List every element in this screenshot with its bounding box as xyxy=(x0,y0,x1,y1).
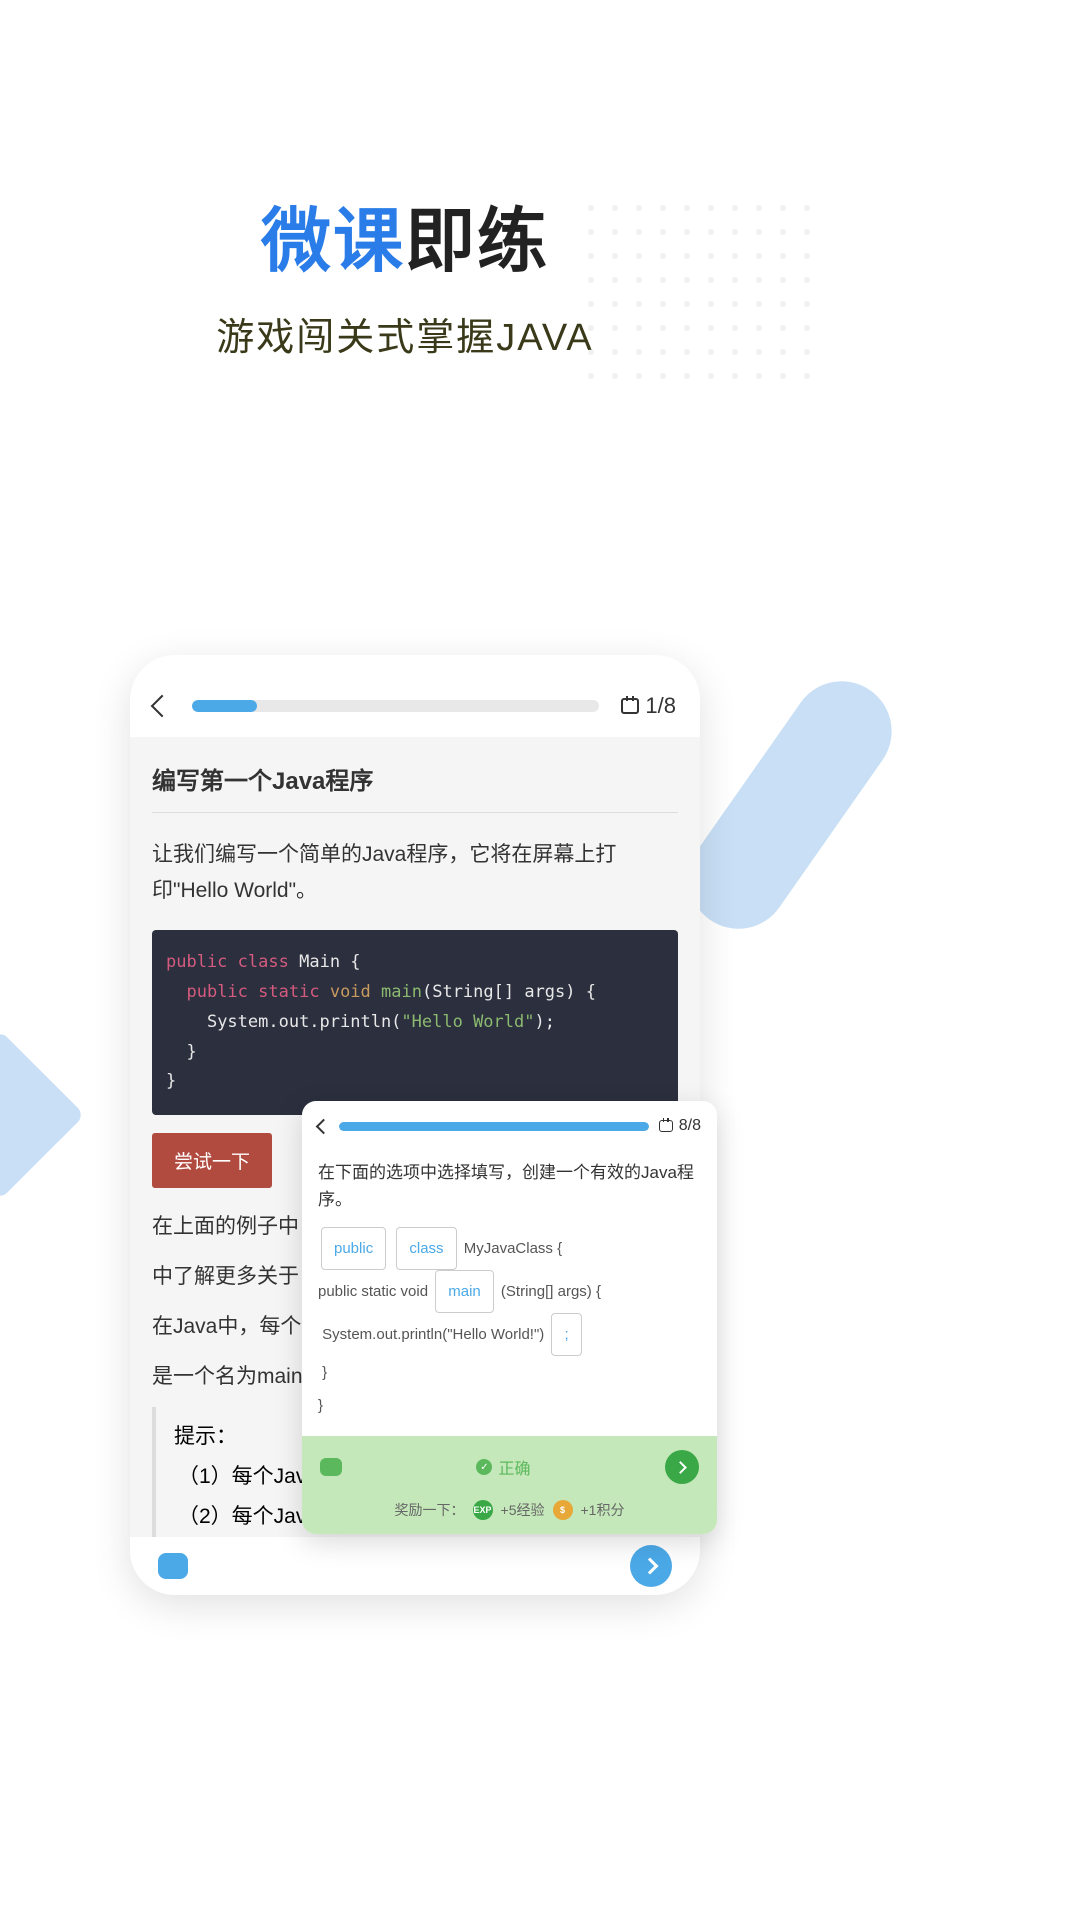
hero-title-dark: 即练 xyxy=(405,202,549,280)
chip-main[interactable]: main xyxy=(435,1270,494,1313)
popup-card: 8/8 在下面的选项中选择填写，创建一个有效的Java程序。 public cl… xyxy=(302,1101,717,1534)
popup-footer: ✓ 正确 奖励一下： EXP +5经验 $ +1积分 xyxy=(302,1436,717,1534)
code-text-l2-after: (String[] args) { xyxy=(501,1283,601,1300)
status-center: ✓ 正确 xyxy=(476,1455,530,1479)
code-block: public class Main { public static void m… xyxy=(152,930,678,1115)
code-brace-1: } xyxy=(322,1364,327,1381)
popup-question: 在下面的选项中选择填写，创建一个有效的Java程序。 xyxy=(302,1151,717,1227)
phone-header: 1/8 xyxy=(130,655,700,737)
popup-code: public class MyJavaClass { public static… xyxy=(302,1227,717,1436)
lesson-title: 编写第一个Java程序 xyxy=(152,761,678,813)
bg-dots xyxy=(588,205,810,379)
comment-icon[interactable] xyxy=(320,1458,342,1476)
phone-footer xyxy=(130,1537,700,1595)
code-text-l2: public static void xyxy=(318,1283,428,1300)
code-text-classdecl: MyJavaClass { xyxy=(464,1240,562,1257)
status-text: 正确 xyxy=(498,1455,530,1479)
chip-semi[interactable]: ; xyxy=(551,1313,581,1356)
counter-box: 1/8 xyxy=(621,693,676,719)
try-button[interactable]: 尝试一下 xyxy=(152,1133,272,1188)
coin-text: +1积分 xyxy=(581,1500,625,1520)
popup-back-icon[interactable] xyxy=(316,1118,332,1134)
chip-class[interactable]: class xyxy=(396,1227,456,1270)
hero-title-blue: 微课 xyxy=(261,202,405,280)
popup-calendar-icon xyxy=(659,1120,673,1132)
popup-progress-fill xyxy=(339,1122,649,1131)
code-brace-2: } xyxy=(318,1397,323,1414)
popup-arrow-icon xyxy=(674,1461,687,1474)
exp-badge: EXP xyxy=(473,1500,493,1520)
check-icon: ✓ xyxy=(476,1459,492,1475)
back-icon[interactable] xyxy=(151,695,174,718)
next-button[interactable] xyxy=(630,1545,672,1587)
arrow-right-icon xyxy=(641,1558,658,1575)
chip-public[interactable]: public xyxy=(321,1227,386,1270)
bg-shape-right xyxy=(669,662,912,949)
counter-text: 1/8 xyxy=(645,693,676,719)
coin-badge: $ xyxy=(553,1500,573,1520)
popup-header: 8/8 xyxy=(302,1101,717,1151)
progress-bar xyxy=(192,700,599,712)
popup-counter: 8/8 xyxy=(679,1117,701,1135)
bg-shape-left xyxy=(0,1030,85,1200)
rewards-row: 奖励一下： EXP +5经验 $ +1积分 xyxy=(320,1500,699,1520)
popup-progress xyxy=(339,1122,649,1131)
progress-fill xyxy=(192,700,257,712)
chat-icon[interactable] xyxy=(158,1553,188,1579)
calendar-icon xyxy=(621,698,639,714)
popup-next-button[interactable] xyxy=(665,1450,699,1484)
lesson-desc: 让我们编写一个简单的Java程序，它将在屏幕上打印"Hello World"。 xyxy=(152,837,678,908)
popup-counter-box: 8/8 xyxy=(659,1117,701,1135)
rewards-label: 奖励一下： xyxy=(395,1500,465,1520)
code-text-l3: System.out.println("Hello World!") xyxy=(322,1326,544,1343)
popup-status-row: ✓ 正确 xyxy=(320,1450,699,1484)
exp-text: +5经验 xyxy=(501,1500,545,1520)
